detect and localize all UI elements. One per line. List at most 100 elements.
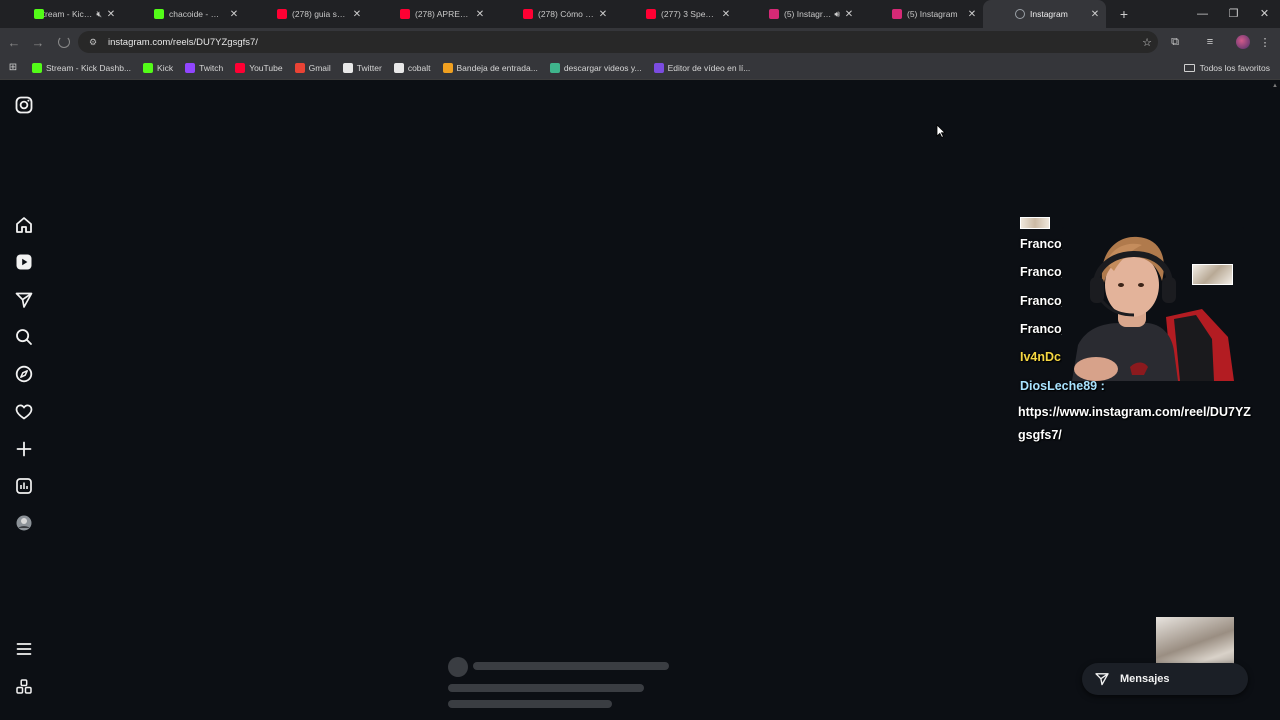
tab-youtube-aprende[interactable]: (278) APRENDE a HA ✕	[368, 0, 491, 28]
muted-speaker-icon[interactable]: 🔇︎	[96, 9, 102, 20]
url-text[interactable]: instagram.com/reels/DU7YZgsgfs7/	[108, 37, 1136, 48]
chat-username: Iv4nDc	[1020, 350, 1061, 364]
skeleton-line	[448, 684, 644, 692]
messages-button[interactable]: Mensajes	[1082, 663, 1248, 695]
page-scrollbar[interactable]: ▲	[1270, 81, 1280, 720]
also-from-meta-icon[interactable]	[14, 677, 34, 697]
skeleton-avatar	[448, 657, 468, 677]
notifications-heart-icon[interactable]	[14, 402, 34, 422]
site-info-icon[interactable]: ⚙	[86, 35, 100, 49]
tab-title: (278) APRENDE a HA	[415, 9, 471, 19]
close-window-icon[interactable]: ✕	[1249, 0, 1280, 28]
scroll-up-arrow-icon[interactable]: ▲	[1272, 83, 1278, 89]
forward-icon[interactable]: →	[26, 35, 50, 50]
tab-close-icon[interactable]: ✕	[352, 9, 362, 20]
tab-close-icon[interactable]: ✕	[844, 9, 854, 20]
reels-icon[interactable]	[14, 252, 34, 272]
youtube-favicon-icon	[277, 9, 287, 19]
kick-icon	[32, 62, 42, 73]
bookmark-item[interactable]: YouTube	[229, 62, 288, 73]
instagram-favicon-icon	[769, 9, 779, 19]
chat-emote-image	[1020, 217, 1050, 229]
loading-favicon-icon	[1015, 9, 1025, 19]
tab-kick-dashboard[interactable]: Stream - Kick Dash 🔇︎ ✕	[0, 0, 122, 28]
media-controls-icon[interactable]: ≡	[1192, 36, 1228, 48]
bookmark-item[interactable]: Twitter	[337, 62, 388, 73]
bookmark-item[interactable]: Bandeja de entrada...	[437, 62, 544, 73]
back-icon[interactable]: ←	[2, 35, 26, 50]
tab-instagram[interactable]: (5) Instagram ✕	[860, 0, 983, 28]
tab-close-icon[interactable]: ✕	[721, 9, 731, 20]
chat-message: https://www.instagram.com/reel/DU7YZgsgf…	[1018, 405, 1251, 442]
home-icon[interactable]	[14, 215, 34, 235]
x-twitter-icon	[342, 62, 353, 73]
bookmark-star-icon[interactable]: ☆	[1136, 36, 1158, 49]
bookmark-item[interactable]: Gmail	[289, 62, 337, 73]
browser-toolbar: ← → ⚙ instagram.com/reels/DU7YZgsgfs7/ ☆…	[0, 28, 1280, 56]
tab-youtube-guia[interactable]: (278) guia spedrun m ✕	[245, 0, 368, 28]
bookmark-item[interactable]: Editor de vídeo en lí...	[648, 62, 757, 73]
tab-close-icon[interactable]: ✕	[229, 9, 239, 20]
new-tab-button[interactable]: +	[1112, 6, 1136, 22]
profile-avatar-icon[interactable]	[14, 513, 34, 533]
gmail-icon	[294, 62, 305, 73]
tab-close-icon[interactable]: ✕	[598, 9, 608, 20]
youtube-icon	[235, 62, 246, 73]
mouse-cursor-icon	[936, 124, 946, 138]
instagram-page: Franco_Leonel_2 Franco_Leone Franco_Le F…	[0, 81, 1280, 720]
window-controls: — ❐ ✕	[1187, 0, 1280, 28]
chrome-menu-icon[interactable]: ⋮	[1258, 36, 1272, 49]
kick-favicon-icon	[34, 9, 44, 19]
chat-emote-image	[1192, 264, 1233, 285]
speaker-audio-icon[interactable]: 🔊︎	[834, 9, 840, 20]
tab-title: (278) Cómo cualquie	[538, 9, 594, 19]
kick-icon	[143, 62, 154, 73]
restore-icon[interactable]: ❐	[1218, 0, 1249, 28]
kick-favicon-icon	[154, 9, 164, 19]
twitch-icon	[185, 62, 196, 73]
tab-youtube-speedrunner[interactable]: (277) 3 Speedrunner ✕	[614, 0, 737, 28]
dashboard-icon[interactable]	[14, 476, 34, 496]
all-bookmarks[interactable]: Todos los favoritos	[1183, 56, 1270, 80]
create-plus-icon[interactable]	[14, 439, 34, 459]
youtube-favicon-icon	[523, 9, 533, 19]
loading-spinner-icon[interactable]	[58, 36, 70, 48]
search-icon[interactable]	[14, 327, 34, 347]
apps-grid-icon[interactable]: ⊞	[0, 62, 26, 73]
left-nav-rail	[0, 81, 48, 720]
bookmark-item[interactable]: cobalt	[388, 62, 437, 73]
bookmark-item[interactable]: Kick	[137, 62, 179, 73]
folder-icon	[1183, 64, 1195, 72]
minimize-icon[interactable]: —	[1187, 0, 1218, 28]
tab-title: (278) guia spedrun m	[292, 9, 348, 19]
bookmarks-bar: ⊞ Stream - Kick Dashb... Kick Twitch You…	[0, 56, 1280, 80]
tab-title: Stream - Kick Dash	[37, 9, 93, 19]
tab-instagram-audio[interactable]: (5) Instagram 🔊︎ ✕	[737, 0, 860, 28]
tab-close-icon[interactable]: ✕	[1090, 9, 1100, 20]
tab-close-icon[interactable]: ✕	[475, 9, 485, 20]
address-bar[interactable]: ⚙ instagram.com/reels/DU7YZgsgfs7/ ☆	[78, 31, 1158, 53]
direct-send-icon[interactable]	[14, 290, 34, 310]
tab-close-icon[interactable]: ✕	[967, 9, 977, 20]
chat-username: DiosLeche89 :	[1020, 379, 1105, 393]
instagram-favicon-icon	[892, 9, 902, 19]
explore-icon[interactable]	[14, 364, 34, 384]
extensions-icon[interactable]: ⧉	[1158, 36, 1192, 49]
instagram-logo-icon[interactable]	[14, 95, 34, 115]
tab-chacoide-clip[interactable]: chacoide - Watch clip ✕	[122, 0, 245, 28]
tab-youtube-como[interactable]: (278) Cómo cualquie ✕	[491, 0, 614, 28]
bookmark-item[interactable]: Twitch	[179, 62, 229, 73]
skeleton-line	[448, 700, 612, 708]
tab-title: (5) Instagram	[784, 9, 832, 19]
tab-close-icon[interactable]: ✕	[106, 9, 116, 20]
bookmark-item[interactable]: Stream - Kick Dashb...	[26, 62, 137, 73]
profile-avatar-icon[interactable]	[1236, 35, 1250, 49]
tab-title: (277) 3 Speedrunner	[661, 9, 717, 19]
more-menu-icon[interactable]	[14, 639, 34, 659]
tab-instagram-active[interactable]: Instagram ✕	[983, 0, 1106, 28]
youtube-favicon-icon	[400, 9, 410, 19]
tab-title: Instagram	[1030, 9, 1068, 19]
mail-inbox-icon	[442, 62, 453, 73]
download-site-icon	[549, 62, 560, 73]
bookmark-item[interactable]: descargar videos y...	[544, 62, 648, 73]
